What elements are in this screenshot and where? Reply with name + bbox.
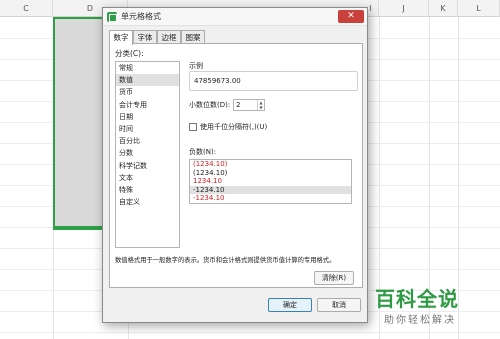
decimal-places-stepper[interactable]: 2 ▲ ▼	[233, 99, 265, 111]
category-item-number[interactable]: 数值	[116, 74, 179, 87]
tab-number[interactable]: 数字	[109, 30, 133, 45]
column-header-c[interactable]: C	[0, 0, 53, 17]
column-header-j[interactable]: J	[379, 0, 429, 17]
negative-option[interactable]: (1234.10)	[190, 160, 351, 169]
cancel-button[interactable]: 取消	[317, 298, 361, 312]
close-button[interactable]: ✕	[338, 10, 364, 23]
ok-button[interactable]: 确定	[268, 298, 312, 312]
negative-option[interactable]: -1234.10	[190, 194, 351, 203]
category-item-text[interactable]: 文本	[116, 172, 179, 184]
category-item-percentage[interactable]: 百分比	[116, 135, 179, 147]
category-item-general[interactable]: 常规	[116, 62, 179, 74]
number-tab-panel: 分类(C): 常规 数值 货币 会计专用 日期 时间 百分比 分数 科学记数 文…	[109, 43, 363, 288]
category-item-special[interactable]: 特殊	[116, 184, 179, 196]
clear-button[interactable]: 清除(R)	[314, 271, 354, 285]
negative-numbers-label: 负数(N):	[189, 148, 217, 156]
format-description: 数值格式用于一般数字的表示。货币和会计格式则提供货币值计算的专用格式。	[115, 257, 336, 264]
category-list[interactable]: 常规 数值 货币 会计专用 日期 时间 百分比 分数 科学记数 文本 特殊 自定…	[115, 61, 180, 248]
category-item-fraction[interactable]: 分数	[116, 147, 179, 159]
watermark-title: 百科全说	[375, 287, 459, 311]
tab-pattern[interactable]: 图案	[181, 30, 205, 44]
tab-border[interactable]: 边框	[157, 30, 181, 44]
column-header-l[interactable]: L	[458, 0, 500, 17]
column-header-k[interactable]: K	[429, 0, 458, 17]
dialog-title: 单元格格式	[121, 12, 161, 21]
grid-line	[0, 332, 500, 333]
decimal-places-value: 2	[236, 101, 241, 109]
negative-option[interactable]: -1234.10	[190, 185, 351, 194]
watermark-subtitle: 助你轻松解决	[384, 315, 456, 326]
category-label: 分类(C):	[115, 49, 144, 58]
negative-option[interactable]: (1234.10)	[190, 169, 351, 178]
thousand-separator-label: 使用千位分隔符(,)(U)	[200, 123, 268, 131]
thousand-separator-option[interactable]: 使用千位分隔符(,)(U)	[189, 122, 267, 132]
category-item-date[interactable]: 日期	[116, 111, 179, 123]
negative-option[interactable]: 1234.10	[190, 177, 351, 186]
sample-label: 示例	[189, 62, 203, 70]
thousand-separator-checkbox[interactable]	[189, 123, 197, 131]
negative-numbers-list[interactable]: (1234.10) (1234.10) 1234.10 -1234.10 -12…	[189, 159, 352, 204]
decimal-places-label: 小数位数(D):	[189, 101, 231, 109]
sample-preview: 47859673.00	[189, 71, 358, 91]
category-item-time[interactable]: 时间	[116, 123, 179, 135]
category-item-scientific[interactable]: 科学记数	[116, 160, 179, 172]
spreadsheet-app-icon	[107, 12, 117, 22]
category-item-accounting[interactable]: 会计专用	[116, 99, 179, 111]
dialog-title-bar[interactable]: 单元格格式 ✕	[103, 8, 367, 26]
format-cells-dialog: 单元格格式 ✕ 数字 字体 边框 图案 分类(C): 常规 数值 货币 会计专用…	[102, 7, 368, 323]
category-item-custom[interactable]: 自定义	[116, 196, 179, 208]
spin-arrows-icon[interactable]: ▲ ▼	[257, 100, 264, 110]
category-item-currency[interactable]: 货币	[116, 86, 179, 98]
tab-font[interactable]: 字体	[133, 30, 157, 44]
